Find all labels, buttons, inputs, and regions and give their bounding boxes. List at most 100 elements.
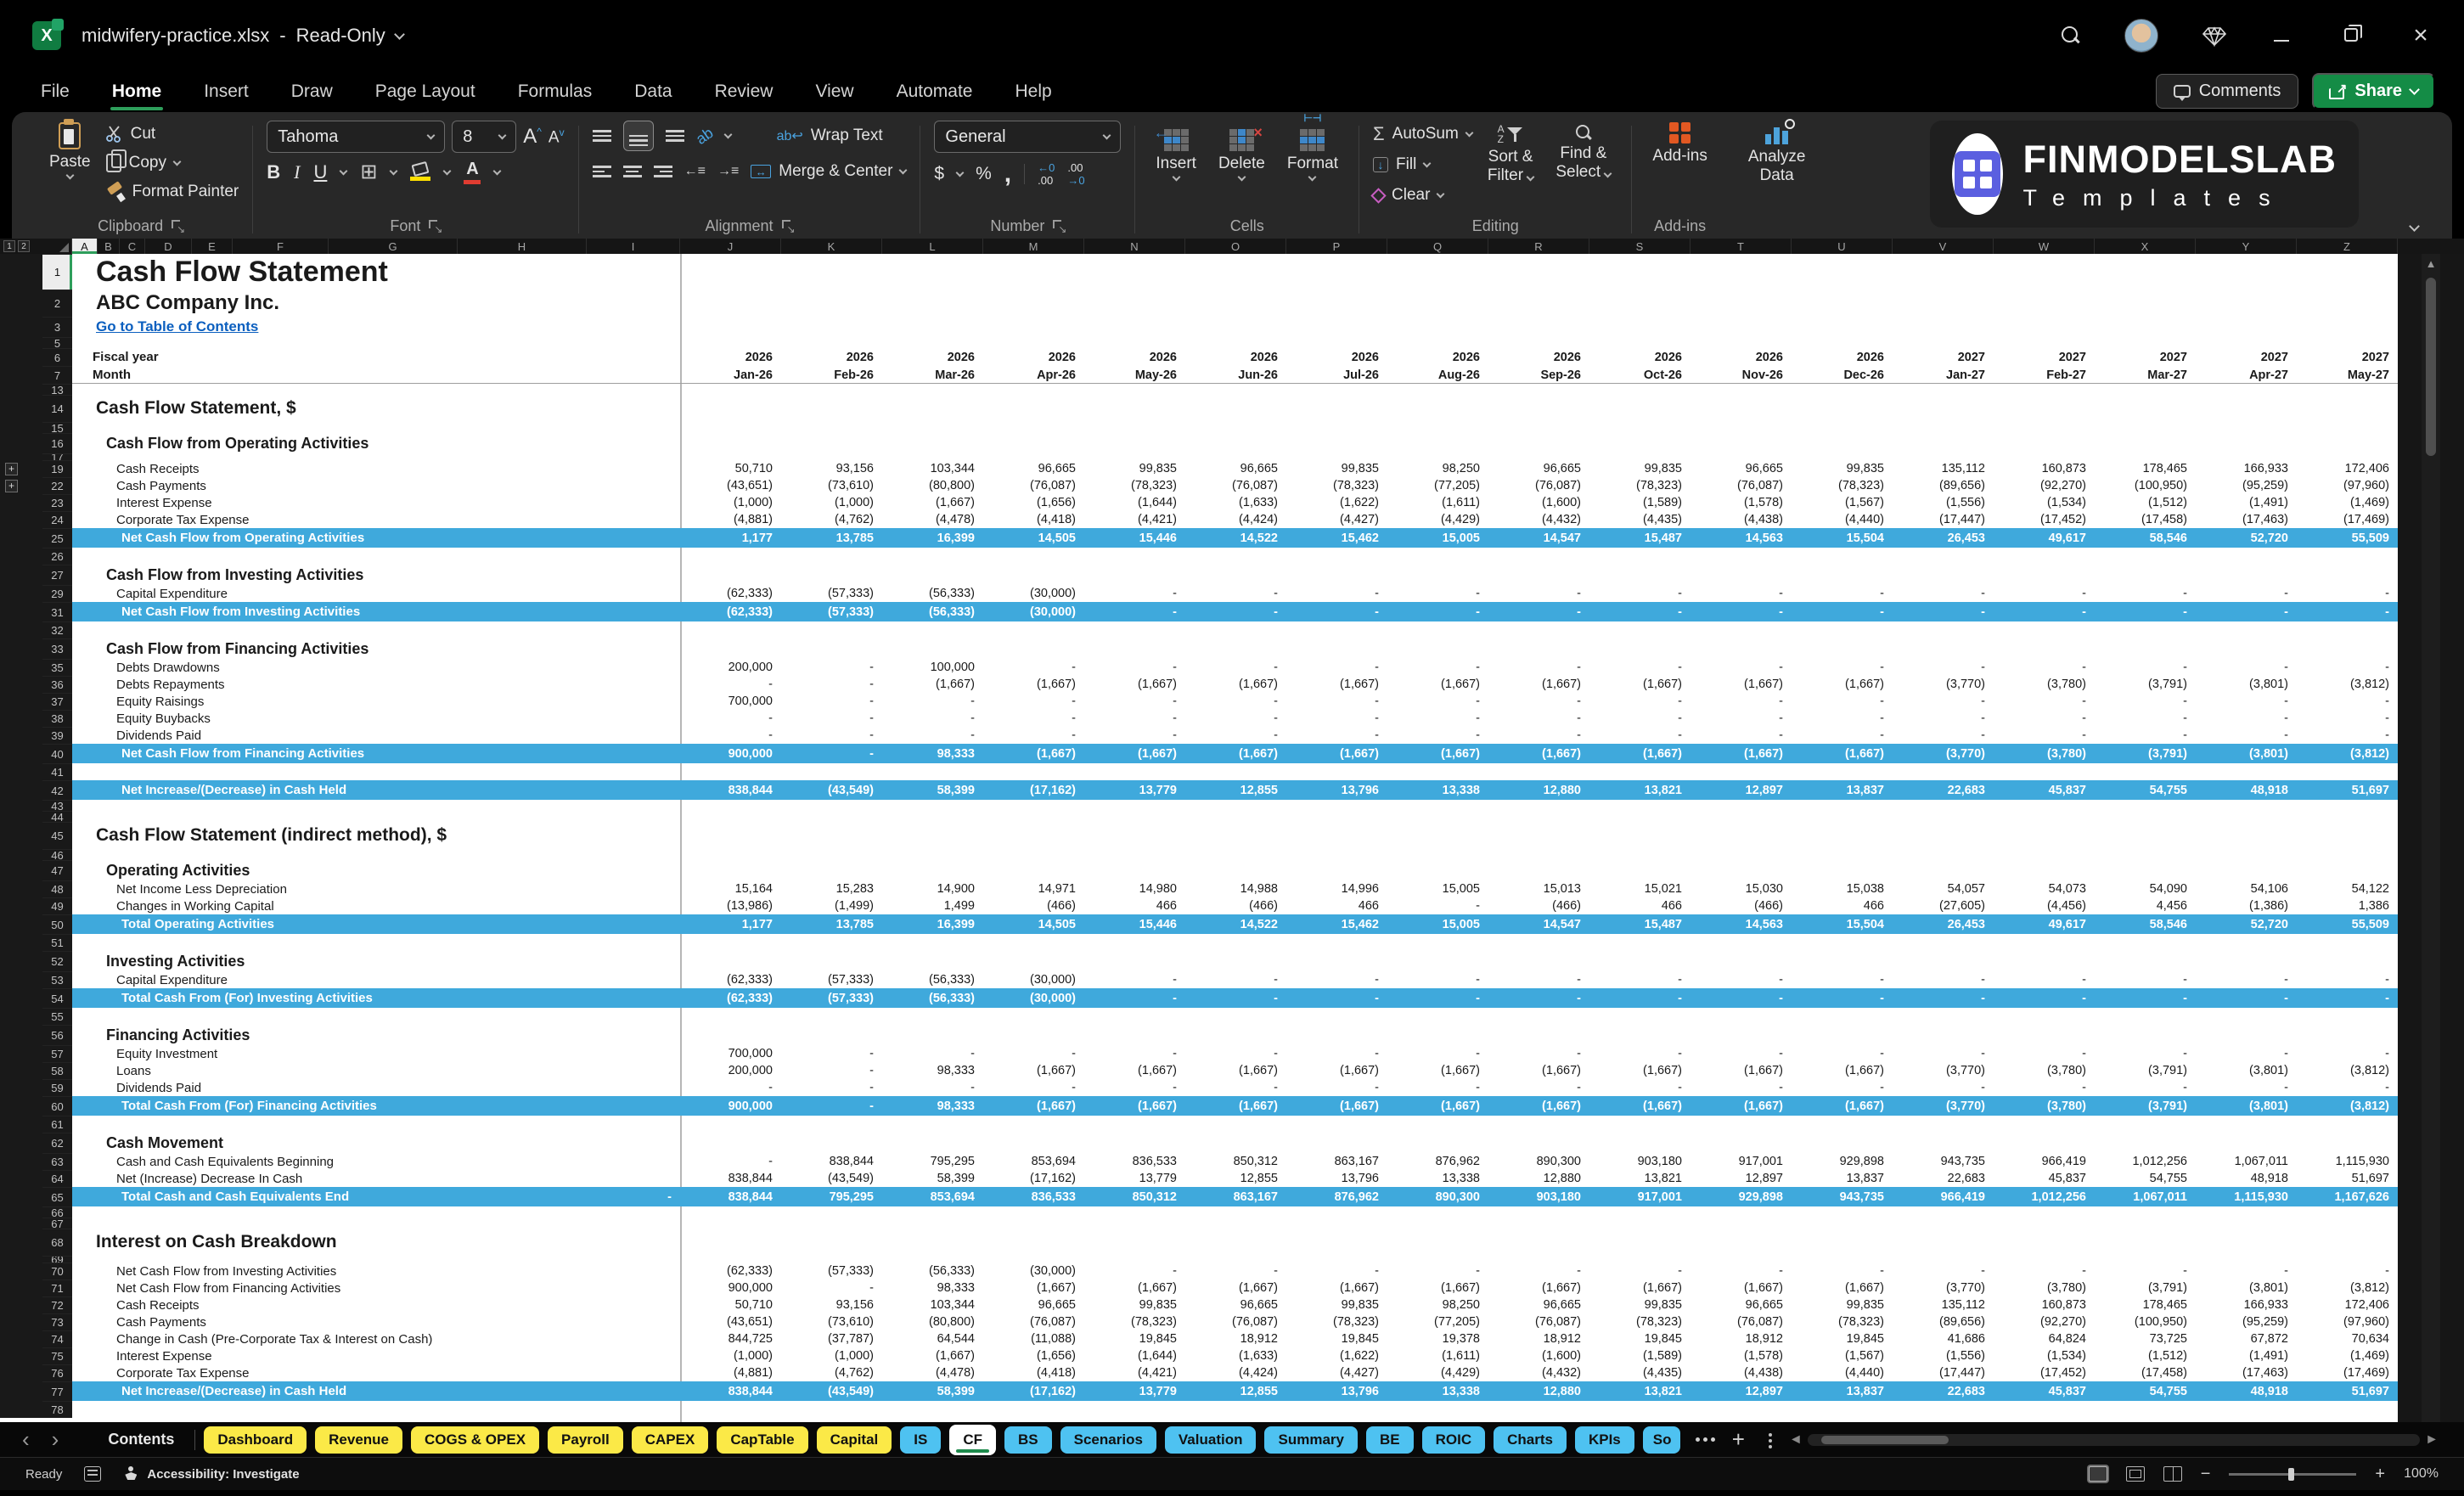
row-header-71[interactable]: 71 [42, 1279, 72, 1296]
cell[interactable]: - [1286, 971, 1387, 988]
number-dialog-launcher[interactable] [1053, 220, 1065, 232]
row-label[interactable]: Net Increase/(Decrease) in Cash Held [72, 1381, 680, 1401]
cell[interactable]: (1,667) [1589, 744, 1690, 763]
cell[interactable]: - [1185, 1045, 1286, 1062]
sheet-tab-dashboard[interactable]: Dashboard [204, 1426, 307, 1454]
row-header-50[interactable]: 50 [42, 914, 72, 934]
cell[interactable]: 99,835 [1084, 460, 1185, 477]
cell[interactable]: (3,770) [1893, 676, 1994, 693]
orientation-button[interactable]: ab [692, 124, 716, 149]
cell[interactable]: 103,344 [882, 1296, 983, 1313]
cell[interactable]: 466 [1084, 897, 1185, 914]
menu-tab-automate[interactable]: Automate [893, 76, 976, 107]
cell[interactable]: (3,801) [2196, 1096, 2297, 1116]
fill-button[interactable]: ↓ Fill [1373, 151, 1472, 178]
cell[interactable]: 2026 [1387, 348, 1488, 366]
cell[interactable]: - [1994, 585, 2095, 602]
cell[interactable]: - [1488, 710, 1589, 727]
row-header-41[interactable]: 41 [42, 763, 72, 780]
cell[interactable]: 13,837 [1792, 1381, 1893, 1401]
cell[interactable]: (77,205) [1387, 1313, 1488, 1330]
cell[interactable]: - [1893, 602, 1994, 621]
cell[interactable]: 13,796 [1286, 780, 1387, 800]
cell[interactable]: - [2196, 1045, 2297, 1062]
cell[interactable]: (1,600) [1488, 1347, 1589, 1364]
row-header-46[interactable]: 46 [42, 849, 72, 860]
cell[interactable]: (1,667) [1488, 1279, 1589, 1296]
format-cells-button[interactable]: ⊢⊣ Format [1280, 121, 1345, 182]
cell[interactable]: 4,456 [2095, 897, 2196, 914]
cell[interactable]: (4,432) [1488, 511, 1589, 528]
cell[interactable]: (17,447) [1893, 1364, 1994, 1381]
decrease-decimal-button[interactable]: .00→0 [1067, 161, 1084, 187]
cell[interactable]: (30,000) [983, 602, 1084, 621]
cell[interactable]: - [1690, 1263, 1792, 1279]
cell[interactable]: 15,038 [1792, 880, 1893, 897]
cell[interactable]: 26,453 [1893, 914, 1994, 934]
addins-button[interactable]: Add-ins [1645, 121, 1713, 167]
row-header-7[interactable]: 7 [42, 366, 72, 384]
underline-dropdown[interactable] [340, 166, 348, 175]
cell[interactable]: - [1286, 1079, 1387, 1096]
cell[interactable]: 67,872 [2196, 1330, 2297, 1347]
menu-tab-data[interactable]: Data [631, 76, 675, 107]
cell[interactable]: - [882, 727, 983, 744]
cell[interactable]: 15,504 [1792, 914, 1893, 934]
cell[interactable]: (1,667) [1488, 1062, 1589, 1079]
cell[interactable]: - [2095, 988, 2196, 1008]
cell[interactable]: (1,644) [1084, 494, 1185, 511]
cell[interactable]: (4,432) [1488, 1364, 1589, 1381]
grow-font-button[interactable]: A^ [523, 125, 542, 149]
cell[interactable]: 48,918 [2196, 1381, 2297, 1401]
cell[interactable]: (89,656) [1893, 477, 1994, 494]
tabs-scroll-left[interactable]: ‹ [15, 1426, 37, 1453]
cell[interactable]: - [1893, 971, 1994, 988]
sheet-tab-bs[interactable]: BS [1004, 1426, 1052, 1454]
restore-button[interactable] [2338, 24, 2364, 48]
cell[interactable]: Dec-26 [1792, 366, 1893, 384]
cell[interactable]: (1,534) [1994, 494, 2095, 511]
cell[interactable]: 15,005 [1387, 880, 1488, 897]
row-label[interactable]: Cash Flow from Financing Activities [72, 638, 680, 659]
cell[interactable]: 99,835 [1792, 1296, 1893, 1313]
cell[interactable]: - [1185, 659, 1286, 676]
cell[interactable]: (1,667) [1488, 744, 1589, 763]
cell[interactable]: 12,880 [1488, 780, 1589, 800]
cell[interactable]: 14,522 [1185, 528, 1286, 548]
cell[interactable]: 2027 [2297, 348, 2398, 366]
cell[interactable]: (30,000) [983, 585, 1084, 602]
row-label[interactable]: Equity Investment [72, 1045, 680, 1062]
currency-format-button[interactable]: $ [934, 164, 944, 184]
row-label[interactable]: Net Cash Flow from Operating Activities [72, 528, 680, 548]
cell[interactable]: (76,087) [983, 477, 1084, 494]
cell[interactable]: (30,000) [983, 988, 1084, 1008]
cell[interactable]: - [1589, 693, 1690, 710]
cell[interactable]: 14,547 [1488, 528, 1589, 548]
expand-group-button[interactable]: + [5, 480, 18, 492]
wrap-text-button[interactable]: ab↩ Wrap Text [777, 122, 883, 149]
row-label[interactable]: Cash Flow from Investing Activities [72, 565, 680, 585]
decrease-indent-button[interactable]: ←≡ [684, 164, 706, 179]
chevron-down-icon[interactable] [394, 29, 405, 40]
cell[interactable]: (1,633) [1185, 1347, 1286, 1364]
cell[interactable]: (4,762) [781, 1364, 882, 1381]
cell[interactable]: - [1387, 897, 1488, 914]
cell[interactable]: 12,880 [1488, 1170, 1589, 1187]
cell[interactable]: - [1690, 710, 1792, 727]
row-header-3[interactable]: 3 [42, 317, 72, 337]
cell[interactable]: 19,845 [1286, 1330, 1387, 1347]
cell[interactable]: (1,534) [1994, 1347, 2095, 1364]
row-header-54[interactable]: 54 [42, 988, 72, 1008]
row-header-72[interactable]: 72 [42, 1296, 72, 1313]
row-label[interactable]: Interest on Cash Breakdown [72, 1229, 680, 1256]
cell[interactable]: (1,667) [1084, 1062, 1185, 1079]
cell[interactable]: (1,667) [1792, 676, 1893, 693]
sheet-tab-kpis[interactable]: KPIs [1575, 1426, 1634, 1454]
cell[interactable]: (1,578) [1690, 494, 1792, 511]
menu-tab-view[interactable]: View [812, 76, 857, 107]
cell[interactable]: 900,000 [680, 1096, 781, 1116]
cell[interactable]: - [1893, 1079, 1994, 1096]
row-header-77[interactable]: 77 [42, 1381, 72, 1401]
tabs-scroll-right[interactable]: › [45, 1426, 66, 1453]
cell[interactable]: 14,505 [983, 528, 1084, 548]
